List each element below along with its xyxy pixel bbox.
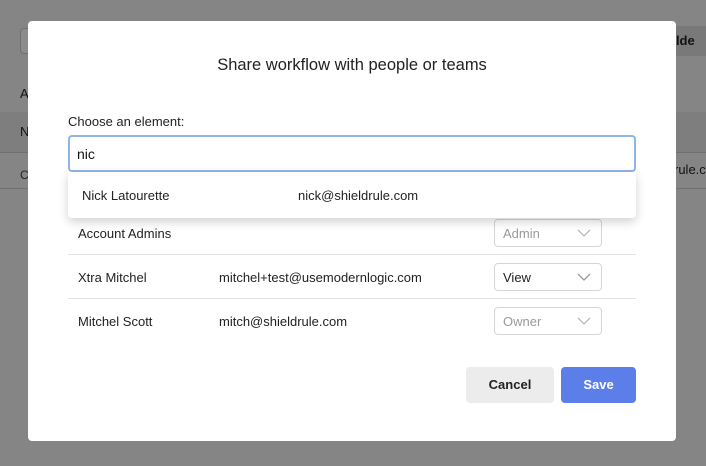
cancel-button[interactable]: Cancel — [466, 367, 554, 403]
role-select: Owner — [494, 307, 602, 335]
autocomplete-dropdown: Nick Latourette nick@shieldrule.com — [68, 172, 636, 218]
save-button[interactable]: Save — [561, 367, 636, 403]
role-value: Owner — [503, 314, 542, 329]
role-select: Admin — [494, 219, 602, 247]
choose-element-label: Choose an element: — [68, 114, 185, 129]
member-name: Account Admins — [78, 226, 172, 241]
table-row: Mitchel Scott mitch@shieldrule.com Owner — [68, 299, 636, 343]
shared-members-table: Account Admins Admin Xtra Mitchel mitche… — [68, 211, 636, 343]
element-search-input[interactable] — [68, 135, 636, 172]
role-value: View — [503, 270, 531, 285]
share-workflow-dialog: Share workflow with people or teams Choo… — [28, 21, 676, 441]
chevron-down-icon — [577, 273, 591, 281]
chevron-down-icon — [577, 229, 591, 237]
member-email: mitchel+test@usemodernlogic.com — [219, 270, 422, 285]
option-name: Nick Latourette — [82, 188, 170, 203]
member-name: Mitchel Scott — [78, 314, 153, 329]
chevron-down-icon — [577, 317, 591, 325]
dialog-title: Share workflow with people or teams — [217, 56, 487, 74]
table-row: Xtra Mitchel mitchel+test@usemodernlogic… — [68, 255, 636, 299]
role-value: Admin — [503, 226, 540, 241]
member-name: Xtra Mitchel — [78, 270, 147, 285]
member-email: mitch@shieldrule.com — [219, 314, 348, 329]
option-email: nick@shieldrule.com — [298, 188, 419, 203]
role-select[interactable]: View — [494, 263, 602, 291]
